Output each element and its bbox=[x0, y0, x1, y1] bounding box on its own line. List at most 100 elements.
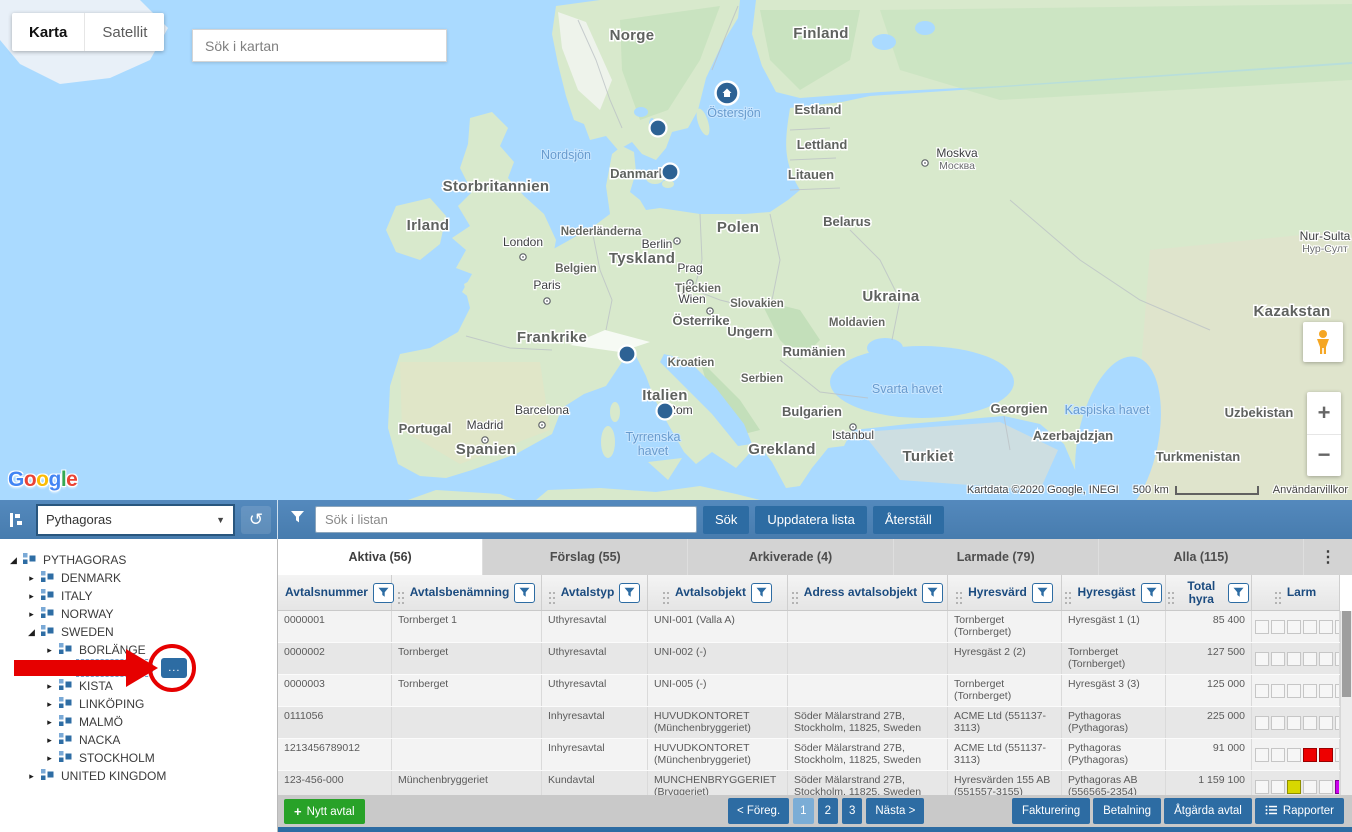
expand-arrow-icon[interactable]: ▸ bbox=[44, 753, 55, 764]
page-button-1[interactable]: 1 bbox=[793, 798, 813, 824]
table-scrollbar[interactable] bbox=[1340, 611, 1352, 795]
tree-item-norway[interactable]: ▸NORWAY bbox=[0, 605, 277, 623]
tab-forslag-55[interactable]: Förslag (55) bbox=[483, 539, 688, 575]
list-search-input[interactable] bbox=[315, 506, 697, 533]
next-page-button[interactable]: Nästa > bbox=[866, 798, 924, 824]
map-label-kroatien: Kroatien bbox=[668, 357, 715, 369]
update-list-button[interactable]: Uppdatera lista bbox=[755, 506, 866, 534]
tree-item-kista[interactable]: ▸KISTA bbox=[0, 677, 277, 695]
map-search-input[interactable] bbox=[192, 29, 447, 62]
table-row[interactable]: 0111056InhyresavtalHUVUDKONTORET (Münche… bbox=[278, 707, 1340, 739]
google-logo[interactable]: Google bbox=[8, 468, 77, 492]
expand-arrow-icon[interactable]: ▸ bbox=[44, 645, 55, 656]
table-row[interactable]: 0000001Tornberget 1UthyresavtalUNI-001 (… bbox=[278, 611, 1340, 643]
new-agreement-button[interactable]: + Nytt avtal bbox=[284, 799, 365, 824]
map-marker[interactable] bbox=[619, 346, 636, 363]
column-drag-handle[interactable] bbox=[1168, 592, 1170, 594]
map-marker[interactable] bbox=[650, 120, 667, 137]
tree-item-label: BORLÄNGE bbox=[76, 642, 149, 658]
prev-page-button[interactable]: < Föreg. bbox=[728, 798, 789, 824]
tree-item-nacka[interactable]: ▸NACKA bbox=[0, 731, 277, 749]
map-label-lettland: Lettland bbox=[797, 137, 848, 152]
map-type-karta-button[interactable]: Karta bbox=[12, 13, 84, 51]
tree-item-denmark[interactable]: ▸DENMARK bbox=[0, 569, 277, 587]
table-row[interactable]: 0000002TornbergetUthyresavtalUNI-002 (-)… bbox=[278, 643, 1340, 675]
alarm-indicator-empty bbox=[1271, 780, 1285, 794]
map-canvas[interactable]: NorgeFinlandÖstersjönEstlandLettlandMosk… bbox=[0, 0, 1352, 500]
zoom-in-button[interactable]: + bbox=[1307, 392, 1341, 435]
tree-item-linkoping[interactable]: ▸LINKÖPING bbox=[0, 695, 277, 713]
column-drag-handle[interactable] bbox=[1275, 592, 1277, 594]
tree-source-dropdown[interactable]: Pythagoras ▼ bbox=[36, 504, 235, 536]
fakturering-button[interactable]: Fakturering bbox=[1012, 798, 1090, 824]
map-marker-cluster[interactable] bbox=[716, 82, 739, 105]
tree-item-italy[interactable]: ▸ITALY bbox=[0, 587, 277, 605]
expand-arrow-icon[interactable]: ▸ bbox=[26, 609, 37, 620]
tree-item-sweden[interactable]: ◢SWEDEN bbox=[0, 623, 277, 641]
collapse-arrow-icon[interactable]: ◢ bbox=[26, 627, 37, 638]
org-icon bbox=[41, 570, 54, 583]
map-label-serbien: Serbien bbox=[741, 373, 783, 385]
page-button-3[interactable]: 3 bbox=[842, 798, 862, 824]
tab-larmade-79[interactable]: Larmade (79) bbox=[894, 539, 1099, 575]
table-row[interactable]: 0000003TornbergetUthyresavtalUNI-005 (-)… bbox=[278, 675, 1340, 707]
expand-arrow-icon[interactable]: ▸ bbox=[44, 735, 55, 746]
expand-arrow-icon[interactable]: ▸ bbox=[44, 699, 55, 710]
map-terms-link[interactable]: Användarvillkor bbox=[1273, 484, 1348, 496]
column-drag-handle[interactable] bbox=[956, 592, 958, 594]
atgarda-avtal-button[interactable]: Åtgärda avtal bbox=[1164, 798, 1252, 824]
column-filter-button[interactable] bbox=[1228, 583, 1249, 603]
column-filter-button[interactable] bbox=[1141, 583, 1162, 603]
refresh-tree-button[interactable]: ↺ bbox=[241, 506, 271, 534]
tree-item-malmo[interactable]: ▸MALMÖ bbox=[0, 713, 277, 731]
column-filter-button[interactable] bbox=[619, 583, 640, 603]
column-filter-button[interactable] bbox=[922, 583, 943, 603]
tree-item-more-button[interactable]: ... bbox=[161, 658, 187, 678]
column-drag-handle[interactable] bbox=[398, 592, 400, 594]
map-marker[interactable] bbox=[662, 164, 679, 181]
tab-arkiverade-4[interactable]: Arkiverade (4) bbox=[688, 539, 893, 575]
expand-arrow-icon[interactable]: ▸ bbox=[44, 717, 55, 728]
table-row[interactable]: 1213456789012InhyresavtalHUVUDKONTORET (… bbox=[278, 739, 1340, 771]
reset-button[interactable]: Återställ bbox=[873, 506, 944, 534]
betalning-button[interactable]: Betalning bbox=[1093, 798, 1161, 824]
tree-item-stockholm[interactable]: ▸STOCKHOLM bbox=[0, 749, 277, 767]
column-filter-button[interactable] bbox=[751, 583, 772, 603]
expand-arrow-icon[interactable]: ▸ bbox=[44, 663, 55, 674]
expand-arrow-icon[interactable]: ▸ bbox=[26, 591, 37, 602]
column-filter-button[interactable] bbox=[1032, 583, 1053, 603]
collapse-arrow-icon[interactable]: ◢ bbox=[8, 555, 19, 566]
column-filter-button[interactable] bbox=[373, 583, 394, 603]
tree-item-united-kingdom[interactable]: ▸UNITED KINGDOM bbox=[0, 767, 277, 785]
expand-arrow-icon[interactable]: ▸ bbox=[44, 681, 55, 692]
table-row[interactable]: 123-456-000MünchenbryggerietKundavtalMUN… bbox=[278, 771, 1340, 795]
scrollbar-thumb[interactable] bbox=[1342, 611, 1351, 697]
page-button-2[interactable]: 2 bbox=[818, 798, 838, 824]
expand-arrow-icon[interactable]: ▸ bbox=[26, 771, 37, 782]
tree-item-borlange[interactable]: ▸ BORLÄNGE bbox=[0, 641, 277, 659]
column-drag-handle[interactable] bbox=[792, 592, 794, 594]
tab-aktiva-56[interactable]: Aktiva (56) bbox=[278, 539, 483, 575]
map-marker[interactable] bbox=[657, 403, 674, 420]
search-button[interactable]: Sök bbox=[703, 506, 749, 534]
cell-avtalsobjekt: UNI-001 (Valla A) bbox=[648, 611, 788, 642]
column-filter-button[interactable] bbox=[514, 583, 535, 603]
alarm-indicator-empty bbox=[1319, 684, 1333, 698]
expand-arrow-icon[interactable]: ▸ bbox=[26, 573, 37, 584]
cell-hyresgast: Pythagoras (Pythagoras) bbox=[1062, 707, 1166, 738]
tree-item-label: PYTHAGORAS bbox=[40, 552, 129, 568]
tree-view-icon[interactable] bbox=[6, 508, 30, 532]
tab-alla-115[interactable]: Alla (115) bbox=[1099, 539, 1304, 575]
zoom-out-button[interactable]: − bbox=[1307, 435, 1341, 477]
column-drag-handle[interactable] bbox=[549, 592, 551, 594]
tree-item-goteborg[interactable]: ▸GÖTEBORG... bbox=[0, 659, 277, 677]
pegman-button[interactable] bbox=[1303, 322, 1343, 362]
tree-item-pythagoras[interactable]: ◢ PYTHAGORAS bbox=[0, 551, 277, 569]
column-header-avtalstyp: Avtalstyp bbox=[542, 575, 648, 610]
column-drag-handle[interactable] bbox=[663, 592, 665, 594]
column-drag-handle[interactable] bbox=[1065, 592, 1067, 594]
rapporter-button[interactable]: Rapporter bbox=[1255, 798, 1344, 824]
map-label-belarus: Belarus bbox=[823, 214, 871, 229]
table-menu-kebab-icon[interactable]: ⋮ bbox=[1304, 539, 1352, 575]
map-type-satellit-button[interactable]: Satellit bbox=[84, 13, 164, 51]
